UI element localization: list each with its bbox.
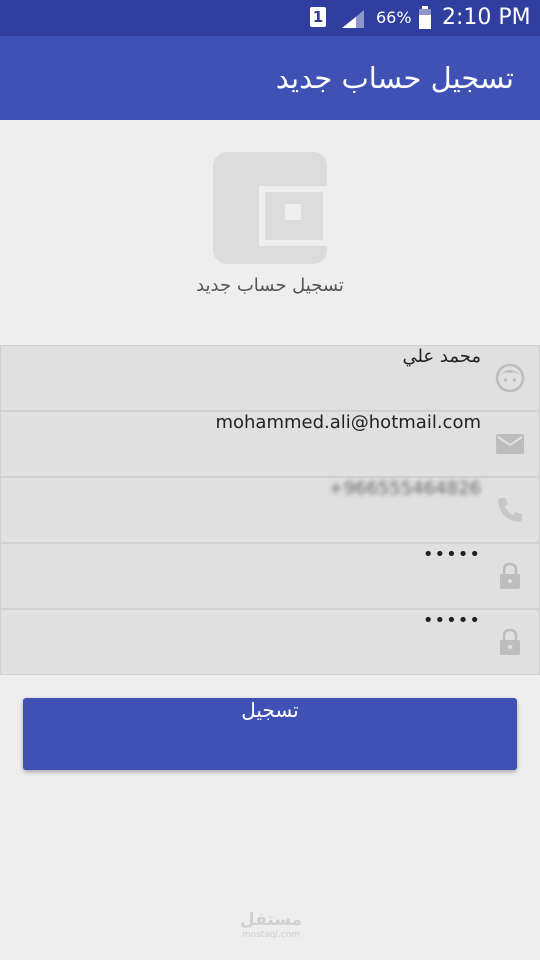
name-value: محمد علي <box>402 346 481 367</box>
phone-field[interactable]: +966555464826 <box>0 477 540 543</box>
phone-value: +966555464826 <box>328 478 481 499</box>
email-icon <box>496 434 524 454</box>
app-bar: تسجيل حساب جديد <box>0 36 540 120</box>
password-value: ••••• <box>422 544 481 565</box>
watermark-logo: مستقل mostaql.com <box>236 910 306 940</box>
confirm-password-field[interactable]: ••••• <box>0 609 540 675</box>
app-bar-title: تسجيل حساب جديد <box>275 61 514 95</box>
watermark-latin: mostaql.com <box>241 930 301 940</box>
phone-icon <box>498 498 522 522</box>
name-field[interactable]: محمد علي <box>0 345 540 411</box>
sim-slot: 1 <box>312 8 324 26</box>
register-button[interactable]: تسجيل <box>23 698 517 770</box>
watermark-arabic: مستقل <box>239 910 303 930</box>
face-icon <box>495 363 525 393</box>
clock: 2:10 PM <box>442 5 531 30</box>
email-field[interactable]: mohammed.ali@hotmail.com <box>0 411 540 477</box>
email-value: mohammed.ali@hotmail.com <box>215 412 481 433</box>
wallet-logo-icon <box>213 152 329 264</box>
sim-icon: 1 <box>310 7 326 27</box>
lock-icon <box>500 562 520 589</box>
page-subtitle: تسجيل حساب جديد <box>196 275 344 296</box>
battery-icon <box>419 6 431 29</box>
lock-icon <box>500 628 520 655</box>
register-button-label: تسجيل <box>241 698 299 722</box>
password-field[interactable]: ••••• <box>0 543 540 609</box>
confirm-password-value: ••••• <box>422 610 481 631</box>
signal-icon <box>342 10 364 28</box>
status-bar: 1 66% 2:10 PM <box>0 0 540 36</box>
battery-percentage: 66% <box>376 8 412 27</box>
